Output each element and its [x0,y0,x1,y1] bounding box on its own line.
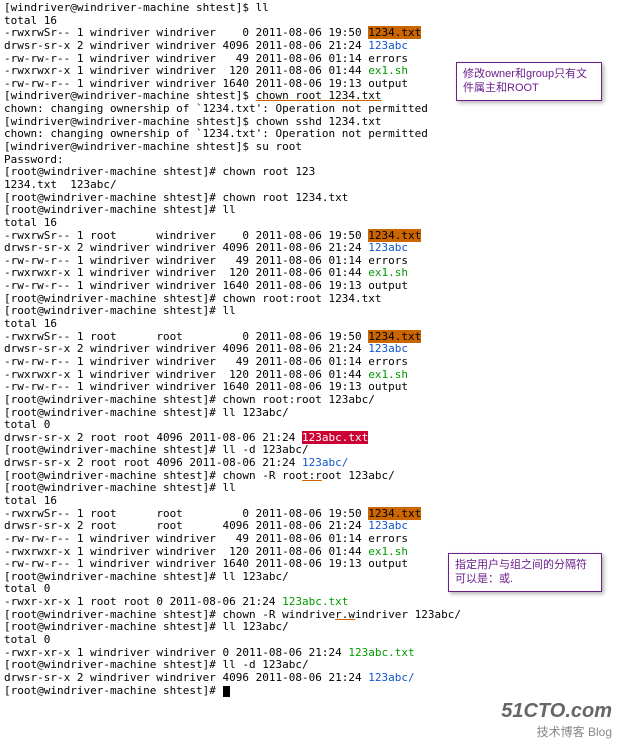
terminal-line: drwsr-sr-x 2 windriver windriver 4096 20… [4,242,616,255]
terminal-line: [root@windriver-machine shtest]# ll 123a… [4,621,616,634]
terminal-line: 1234.txt 123abc/ [4,179,616,192]
cursor [223,686,230,697]
annotation-1: 修改owner和group只有文件属主和ROOT [456,62,602,101]
terminal-line: total 16 [4,318,616,331]
terminal-line: -rw-rw-r-- 1 windriver windriver 1640 20… [4,280,616,293]
terminal-line: drwsr-sr-x 2 windriver windriver 4096 20… [4,40,616,53]
terminal-line: [root@windriver-machine shtest]# ll 123a… [4,407,616,420]
terminal-line: -rw-rw-r-- 1 windriver windriver 49 2011… [4,533,616,546]
terminal-line: [windriver@windriver-machine shtest]$ su… [4,141,616,154]
terminal-line: [root@windriver-machine shtest]# ll [4,305,616,318]
terminal-line: drwsr-sr-x 2 root root 4096 2011-08-06 2… [4,520,616,533]
terminal-line: [root@windriver-machine shtest]# ll [4,482,616,495]
terminal-line: -rwxr-xr-x 1 root root 0 2011-08-06 21:2… [4,596,616,609]
watermark: 51CTO.com 技术博客 Blog [501,700,612,740]
terminal-line: [root@windriver-machine shtest]# chown r… [4,394,616,407]
terminal-line: drwsr-sr-x 2 windriver windriver 4096 20… [4,672,616,685]
brand-name: 51CTO.com [501,700,612,723]
terminal-line: -rw-rw-r-- 1 windriver windriver 49 2011… [4,356,616,369]
terminal-line: total 16 [4,217,616,230]
terminal-line: total 16 [4,495,616,508]
terminal-line: [root@windriver-machine shtest]# [4,685,616,698]
terminal-line: -rw-rw-r-- 1 windriver windriver 1640 20… [4,381,616,394]
terminal-line: [windriver@windriver-machine shtest]$ ll [4,2,616,15]
terminal-output: [windriver@windriver-machine shtest]$ ll… [0,0,620,699]
annotation-2: 指定用户与组之间的分隔符可以是：或. [448,553,602,592]
terminal-line: chown: changing ownership of `1234.txt':… [4,103,616,116]
terminal-line: total 0 [4,419,616,432]
terminal-line: [root@windriver-machine shtest]# ll [4,204,616,217]
brand-sub: 技术博客 Blog [501,723,612,740]
terminal-line: total 0 [4,634,616,647]
